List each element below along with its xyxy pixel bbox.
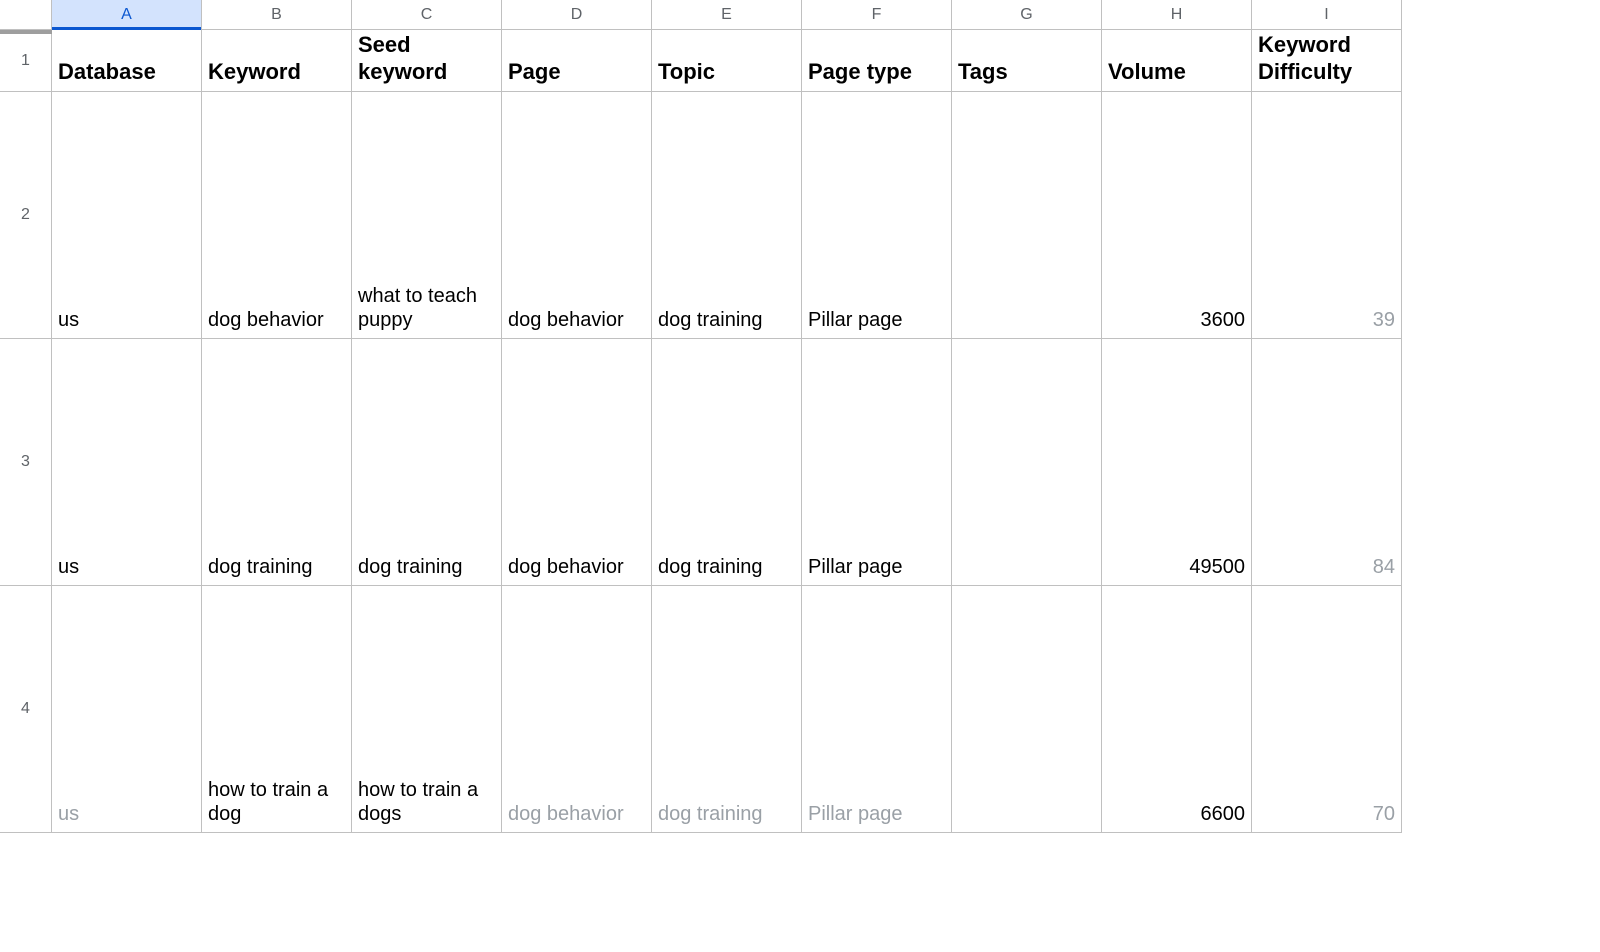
- col-header-I[interactable]: I: [1252, 0, 1402, 30]
- row-header-1[interactable]: 1: [0, 30, 52, 92]
- cell-B4[interactable]: how to train a dog: [202, 586, 352, 833]
- cell-D3[interactable]: dog behavior: [502, 339, 652, 586]
- cell-B1[interactable]: Keyword: [202, 30, 352, 92]
- cell-A4[interactable]: us: [52, 586, 202, 833]
- cell-C1[interactable]: Seed keyword: [352, 30, 502, 92]
- cell-G2[interactable]: [952, 92, 1102, 339]
- cell-D1[interactable]: Page: [502, 30, 652, 92]
- cell-E4[interactable]: dog training: [652, 586, 802, 833]
- col-header-H[interactable]: H: [1102, 0, 1252, 30]
- cell-A2[interactable]: us: [52, 92, 202, 339]
- col-header-E[interactable]: E: [652, 0, 802, 30]
- cell-F2[interactable]: Pillar page: [802, 92, 952, 339]
- cell-F4[interactable]: Pillar page: [802, 586, 952, 833]
- row-header-2[interactable]: 2: [0, 92, 52, 339]
- cell-C4[interactable]: how to train a dogs: [352, 586, 502, 833]
- cell-C3[interactable]: dog training: [352, 339, 502, 586]
- spreadsheet-grid[interactable]: A B C D E F G H I 1 Database Keyword See…: [0, 0, 1600, 833]
- col-header-A[interactable]: A: [52, 0, 202, 30]
- cell-I1[interactable]: Keyword Difficulty: [1252, 30, 1402, 92]
- row-header-top-edge: [0, 30, 52, 34]
- cell-A3[interactable]: us: [52, 339, 202, 586]
- cell-F3[interactable]: Pillar page: [802, 339, 952, 586]
- cell-I3[interactable]: 84: [1252, 339, 1402, 586]
- cell-H1[interactable]: Volume: [1102, 30, 1252, 92]
- cell-H3[interactable]: 49500: [1102, 339, 1252, 586]
- row-header-3[interactable]: 3: [0, 339, 52, 586]
- cell-B2[interactable]: dog behavior: [202, 92, 352, 339]
- cell-G1[interactable]: Tags: [952, 30, 1102, 92]
- cell-G4[interactable]: [952, 586, 1102, 833]
- cell-E1[interactable]: Topic: [652, 30, 802, 92]
- col-header-F[interactable]: F: [802, 0, 952, 30]
- cell-I2[interactable]: 39: [1252, 92, 1402, 339]
- cell-D2[interactable]: dog behavior: [502, 92, 652, 339]
- cell-H4[interactable]: 6600: [1102, 586, 1252, 833]
- col-header-B[interactable]: B: [202, 0, 352, 30]
- cell-E3[interactable]: dog training: [652, 339, 802, 586]
- col-header-C[interactable]: C: [352, 0, 502, 30]
- cell-C2[interactable]: what to teach puppy: [352, 92, 502, 339]
- cell-D4[interactable]: dog behavior: [502, 586, 652, 833]
- col-header-D[interactable]: D: [502, 0, 652, 30]
- cell-A1[interactable]: Database: [52, 30, 202, 92]
- cell-G3[interactable]: [952, 339, 1102, 586]
- col-header-G[interactable]: G: [952, 0, 1102, 30]
- cell-F1[interactable]: Page type: [802, 30, 952, 92]
- row-header-4[interactable]: 4: [0, 586, 52, 833]
- select-all-corner[interactable]: [0, 0, 52, 30]
- cell-E2[interactable]: dog training: [652, 92, 802, 339]
- cell-H2[interactable]: 3600: [1102, 92, 1252, 339]
- cell-B3[interactable]: dog training: [202, 339, 352, 586]
- cell-I4[interactable]: 70: [1252, 586, 1402, 833]
